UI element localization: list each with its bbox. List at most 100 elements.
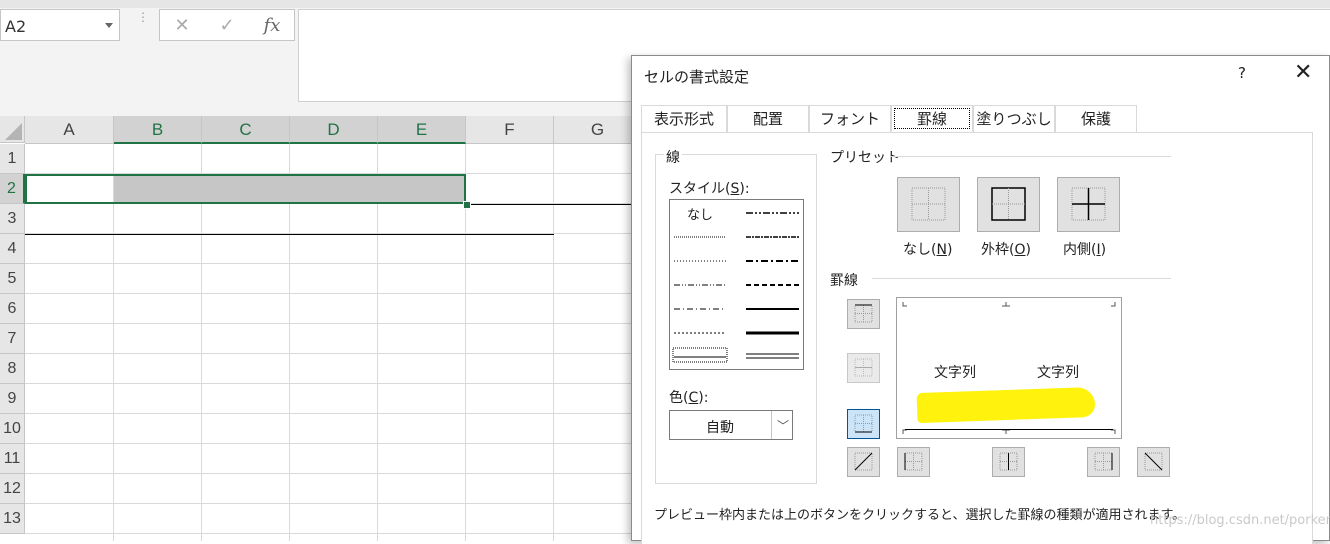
select-all-corner[interactable]	[0, 116, 25, 143]
ribbon-edge	[0, 0, 1330, 8]
gridline	[25, 263, 640, 264]
column-header-d[interactable]: D	[290, 116, 378, 144]
column-header-f[interactable]: F	[466, 116, 554, 144]
row-header-13[interactable]: 13	[0, 504, 25, 534]
fx-icon[interactable]: fx	[258, 15, 286, 37]
border-diagonal-up-icon	[854, 452, 873, 471]
watermark: https://blog.csdn.net/porken	[1150, 513, 1330, 528]
preset-none-button[interactable]	[897, 177, 960, 232]
color-dropdown[interactable]: 自動 ﹀	[669, 410, 793, 440]
chevron-down-icon: ﹀	[777, 419, 790, 433]
name-box[interactable]: A2	[0, 9, 120, 41]
border-inside-horizontal-button[interactable]	[847, 353, 880, 383]
dialog-title: セルの書式設定	[644, 68, 750, 86]
color-label: 色(C):	[669, 390, 709, 406]
row-header-6[interactable]: 6	[0, 294, 25, 324]
border-preview[interactable]: 文字列 文字列	[896, 297, 1122, 439]
dropdown-button[interactable]: ﹀	[771, 411, 792, 439]
highlight-mark	[916, 386, 1096, 424]
tab-font[interactable]: フォント	[809, 105, 891, 132]
cell-border-line	[25, 234, 554, 235]
format-cells-dialog: セルの書式設定 ? ✕ 表示形式 配置 フォント 罫線 塗りつぶし 保護 線 ス…	[631, 55, 1330, 544]
tab-number-format[interactable]: 表示形式	[641, 105, 727, 132]
border-top-icon	[854, 304, 873, 323]
border-diagonal-down-button[interactable]	[1137, 447, 1170, 477]
preset-outline-icon	[991, 187, 1026, 221]
row-header-7[interactable]: 7	[0, 324, 25, 354]
preset-inside-button[interactable]	[1057, 177, 1120, 232]
border-top-button[interactable]	[847, 299, 880, 329]
close-button[interactable]: ✕	[1294, 60, 1312, 85]
tab-border[interactable]: 罫線	[891, 105, 973, 132]
check-icon[interactable]: ✓	[213, 15, 241, 37]
preset-inside-icon	[1071, 187, 1106, 221]
border-bottom-icon	[854, 414, 873, 433]
row-header-11[interactable]: 11	[0, 444, 25, 474]
border-title: 罫線	[830, 273, 858, 289]
column-header-g[interactable]: G	[554, 116, 640, 144]
border-left-icon	[904, 452, 923, 471]
border-inside-vertical-button[interactable]	[992, 447, 1025, 477]
style-label: スタイル(S):	[669, 181, 750, 197]
border-inside-horizontal-icon	[854, 358, 873, 377]
row-header-3[interactable]: 3	[0, 204, 25, 234]
fill-handle[interactable]	[463, 201, 471, 209]
tab-protection[interactable]: 保護	[1055, 105, 1137, 132]
preset-none-icon	[911, 187, 946, 221]
cell-border-line	[466, 204, 640, 205]
preset-outline-label: 外枠(O)	[981, 242, 1031, 258]
border-left-button[interactable]	[897, 447, 930, 477]
preview-text-right: 文字列	[1037, 365, 1079, 381]
formula-buttons: ✕ ✓ fx	[159, 9, 295, 41]
border-bottom-button[interactable]	[847, 409, 880, 439]
preview-bottom-border	[905, 429, 1113, 430]
row-header-2[interactable]: 2	[0, 174, 25, 204]
column-header-a[interactable]: A	[25, 116, 114, 144]
gridline	[25, 443, 640, 444]
spreadsheet-grid[interactable]: A B C D E F G 1 2 3 4 5 6 7 8 9 10 11 12…	[0, 116, 640, 541]
gridline	[25, 353, 640, 354]
tab-bar: 表示形式 配置 フォント 罫線 塗りつぶし 保護	[641, 105, 1321, 133]
tab-alignment[interactable]: 配置	[727, 105, 809, 132]
chevron-down-icon[interactable]	[105, 23, 113, 28]
name-box-value: A2	[5, 17, 27, 36]
row-header-5[interactable]: 5	[0, 264, 25, 294]
color-value: 自動	[706, 420, 734, 436]
preset-title: プリセット	[830, 150, 900, 166]
close-icon[interactable]: ✕	[168, 15, 196, 37]
line-group-title: 線	[664, 147, 682, 167]
gridline	[25, 533, 640, 534]
line-style-list[interactable]: なし	[669, 199, 804, 370]
help-button[interactable]: ?	[1238, 64, 1246, 82]
row-header-8[interactable]: 8	[0, 354, 25, 384]
gridline	[25, 323, 640, 324]
column-header-b[interactable]: B	[114, 116, 202, 144]
tab-fill[interactable]: 塗りつぶし	[973, 105, 1055, 132]
preset-none-label: なし(N)	[903, 242, 953, 258]
border-diagonal-up-button[interactable]	[847, 447, 880, 477]
line-style-swatches[interactable]	[670, 200, 803, 369]
border-inside-vertical-icon	[999, 452, 1018, 471]
divider	[890, 156, 1171, 157]
grip-icon[interactable]: ⋮	[137, 11, 149, 34]
line-style-none[interactable]: なし	[687, 204, 713, 223]
row-header-12[interactable]: 12	[0, 474, 25, 504]
gridline	[25, 293, 640, 294]
column-header-c[interactable]: C	[202, 116, 290, 144]
row-header-1[interactable]: 1	[0, 144, 25, 174]
gridline	[25, 383, 640, 384]
column-header-e[interactable]: E	[378, 116, 466, 144]
gridline	[25, 473, 640, 474]
preview-text-left: 文字列	[934, 365, 976, 381]
border-diagonal-down-icon	[1144, 452, 1163, 471]
gridline	[25, 413, 640, 414]
row-header-4[interactable]: 4	[0, 234, 25, 264]
tab-border-label: 罫線	[894, 108, 970, 129]
row-header-10[interactable]: 10	[0, 414, 25, 444]
selection-border[interactable]	[25, 174, 466, 204]
gridline	[25, 503, 640, 504]
row-header-9[interactable]: 9	[0, 384, 25, 414]
border-right-button[interactable]	[1087, 447, 1120, 477]
hint-text: プレビュー枠内または上のボタンをクリックすると、選択した罫線の種類が適用されます…	[654, 508, 1186, 523]
preset-outline-button[interactable]	[977, 177, 1040, 232]
